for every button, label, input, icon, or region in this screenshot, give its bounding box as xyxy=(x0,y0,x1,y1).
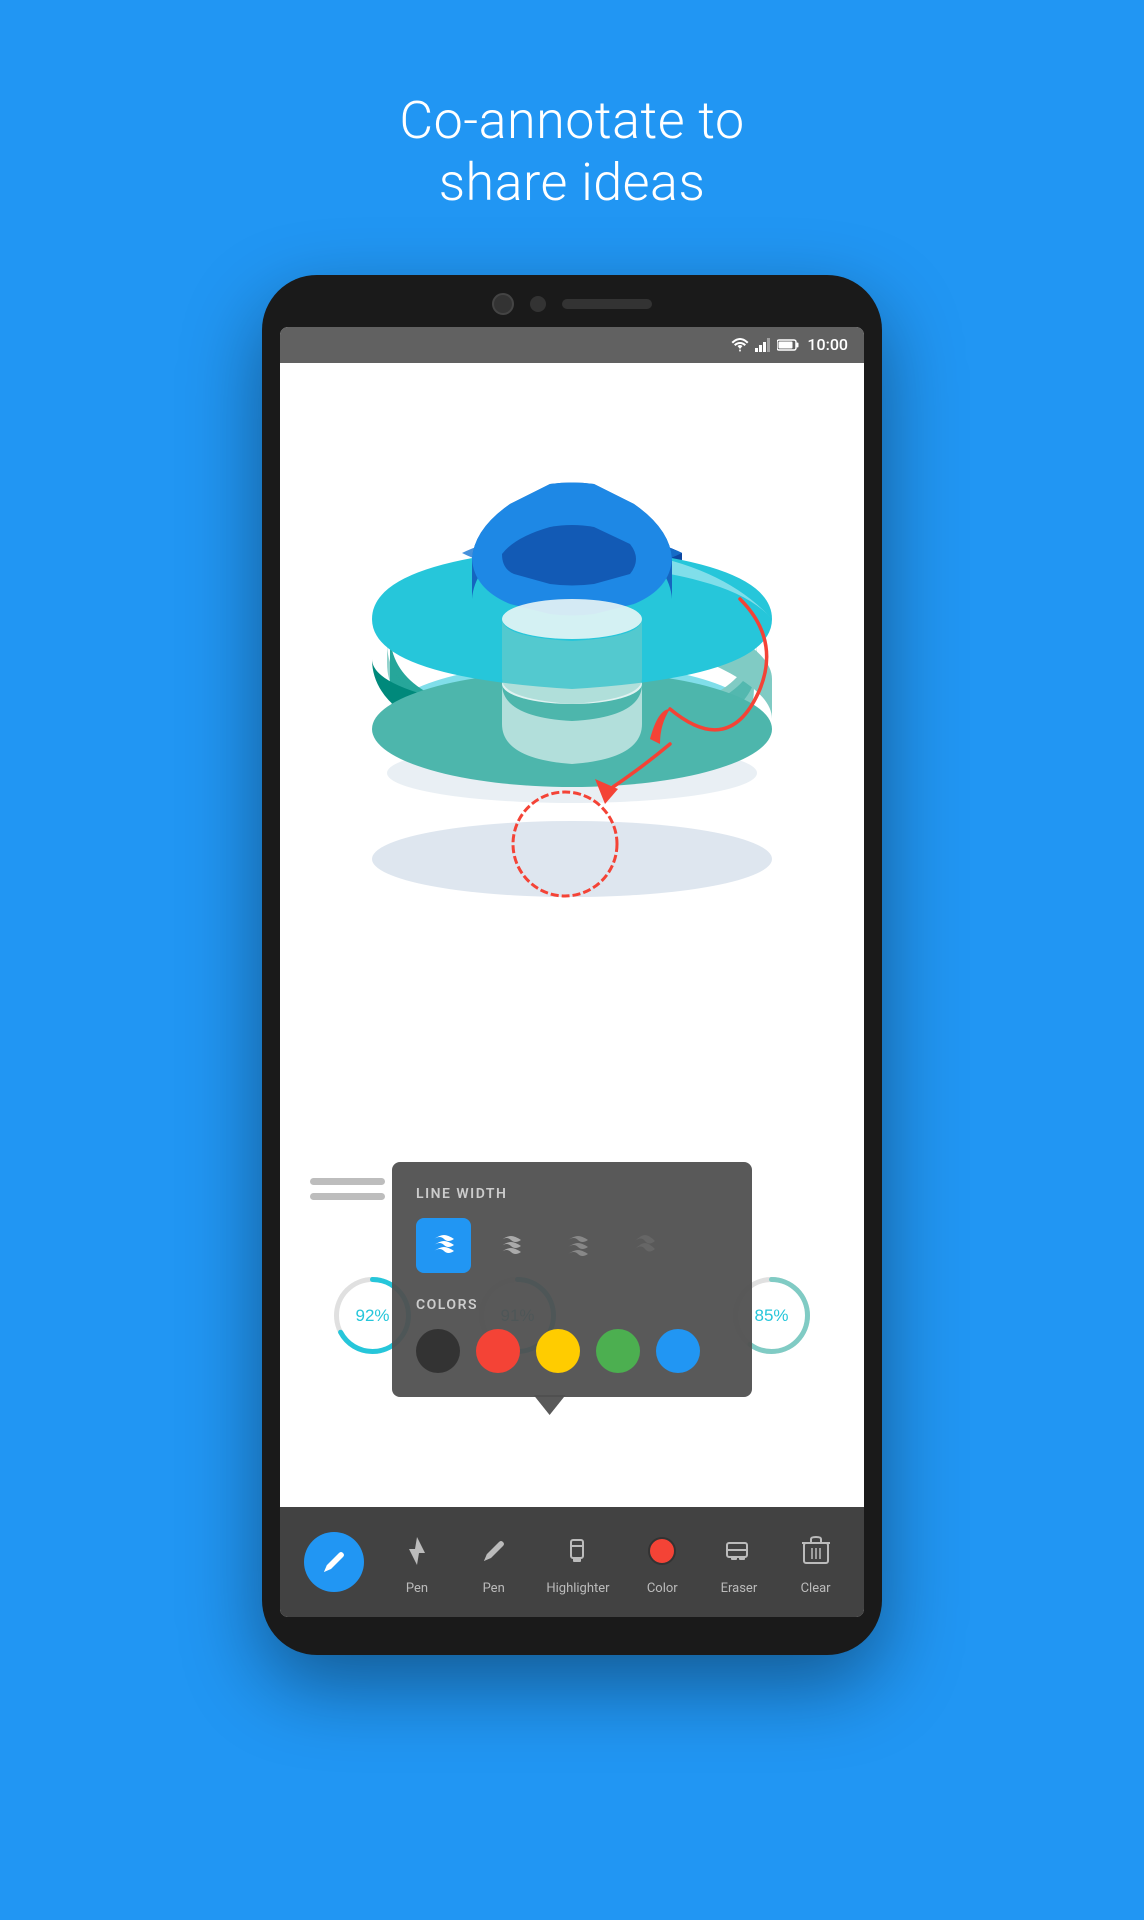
status-icons xyxy=(731,338,799,352)
line-width-4[interactable] xyxy=(617,1218,672,1273)
popup-panel: LINE WIDTH xyxy=(392,1162,752,1397)
status-bar: 10:00 xyxy=(280,327,864,363)
colors-row xyxy=(416,1329,728,1373)
signal-icon xyxy=(755,338,771,352)
eraser-label: Eraser xyxy=(721,1581,758,1596)
chart-area xyxy=(280,363,864,903)
eraser-icon xyxy=(723,1535,755,1567)
bottom-toolbar: Pen Pen xyxy=(280,1507,864,1617)
header-text: Co-annotate to share ideas xyxy=(0,0,1144,215)
donut-chart xyxy=(342,463,802,823)
pen2-icon xyxy=(479,1536,509,1566)
line-width-2[interactable] xyxy=(483,1218,538,1273)
camera-lens xyxy=(492,293,514,315)
pen2-icon-wrapper xyxy=(470,1527,518,1575)
toolbar-highlighter[interactable]: Highlighter xyxy=(546,1527,609,1596)
color-icon xyxy=(646,1535,678,1567)
highlighter-icon xyxy=(563,1536,593,1566)
phone-wrapper: 10:00 xyxy=(0,275,1144,1655)
color-black[interactable] xyxy=(416,1329,460,1373)
clear-trash-icon xyxy=(802,1535,830,1567)
spotlight-label: Pen xyxy=(406,1581,428,1596)
speaker-bar xyxy=(562,299,652,309)
stat-lines xyxy=(310,1178,385,1200)
line-width-icon-2 xyxy=(497,1231,525,1259)
line-width-icon-1 xyxy=(430,1231,458,1259)
toolbar-clear[interactable]: Clear xyxy=(792,1527,840,1596)
color-blue[interactable] xyxy=(656,1329,700,1373)
toolbar-pen-active[interactable] xyxy=(304,1532,364,1592)
pen-icon-wrapper xyxy=(304,1532,364,1592)
clear-label: Clear xyxy=(801,1581,831,1596)
line-width-options xyxy=(416,1218,728,1273)
highlighter-icon-wrapper xyxy=(554,1527,602,1575)
color-icon-wrapper xyxy=(638,1527,686,1575)
pen-label: Pen xyxy=(483,1581,505,1596)
toolbar-eraser[interactable]: Eraser xyxy=(715,1527,763,1596)
phone-top-bar xyxy=(280,293,864,315)
content-area: 92% 91% xyxy=(280,363,864,1507)
clear-icon-wrapper xyxy=(792,1527,840,1575)
phone-screen: 10:00 xyxy=(280,327,864,1617)
eraser-icon-wrapper xyxy=(715,1527,763,1575)
line-width-label: LINE WIDTH xyxy=(416,1186,728,1202)
camera-sensor xyxy=(530,296,546,312)
wifi-icon xyxy=(731,338,749,352)
line-width-1[interactable] xyxy=(416,1218,471,1273)
toolbar-pen[interactable]: Pen xyxy=(470,1527,518,1596)
spotlight-icon-wrapper xyxy=(393,1527,441,1575)
svg-text:85%: 85% xyxy=(755,1306,789,1325)
color-yellow[interactable] xyxy=(536,1329,580,1373)
header-line1: Co-annotate to xyxy=(399,90,744,151)
color-red[interactable] xyxy=(476,1329,520,1373)
toolbar-spotlight[interactable]: Pen xyxy=(393,1527,441,1596)
color-green[interactable] xyxy=(596,1329,640,1373)
status-time: 10:00 xyxy=(807,335,848,354)
spotlight-icon xyxy=(401,1535,433,1567)
colors-label: COLORS xyxy=(416,1297,728,1313)
line-width-3[interactable] xyxy=(550,1218,605,1273)
highlighter-label: Highlighter xyxy=(546,1581,609,1596)
svg-text:92%: 92% xyxy=(355,1306,389,1325)
toolbar-color[interactable]: Color xyxy=(638,1527,686,1596)
header-line2: share ideas xyxy=(439,152,706,213)
phone-device: 10:00 xyxy=(262,275,882,1655)
line-width-icon-3 xyxy=(564,1231,592,1259)
color-label: Color xyxy=(647,1581,678,1596)
header-section: Co-annotate to share ideas xyxy=(0,0,1144,215)
line-width-icon-4 xyxy=(631,1231,659,1259)
pen-icon xyxy=(319,1547,349,1577)
battery-icon xyxy=(777,339,799,351)
